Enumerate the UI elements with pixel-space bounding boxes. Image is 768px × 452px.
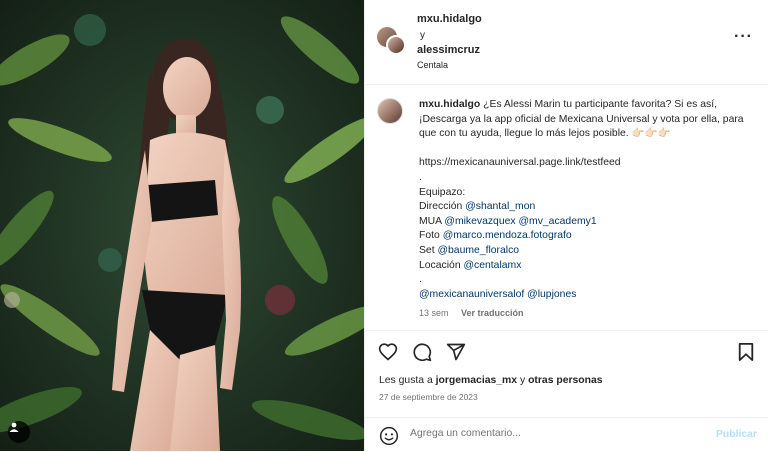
mention-link[interactable]: @mikevazquex (444, 216, 515, 227)
post-header: mxu.hidalgo y alessimcruz Centala ··· (365, 0, 768, 85)
publish-button[interactable]: Publicar (716, 429, 757, 440)
mention-link[interactable]: @mexicanauniversalof (419, 289, 524, 300)
avatar[interactable] (386, 35, 406, 55)
caption-url: https://mexicanauniversal.page.link/test… (419, 157, 621, 169)
post-side-panel: mxu.hidalgo y alessimcruz Centala ··· mx… (364, 0, 768, 451)
comment-input[interactable] (410, 428, 690, 439)
collab-conjunction: y (420, 30, 425, 41)
likes-others-link[interactable]: otras personas (528, 375, 603, 386)
credit-line: Set @baume_floralco (419, 244, 520, 256)
caption-body: mxu.hidalgo ¿Es Alessi Marin tu particip… (419, 98, 749, 321)
translate-button[interactable]: Ver traducción (461, 308, 524, 318)
action-section: Les gusta a jorgemacias_mx y otras perso… (365, 330, 768, 451)
emoji-icon[interactable] (379, 426, 399, 446)
post-date: 27 de septiembre de 2023 (379, 392, 478, 402)
mention-link[interactable]: @shantal_mon (465, 201, 535, 212)
tagged-user-icon[interactable] (8, 421, 30, 443)
post-time[interactable]: 13 sem (419, 308, 449, 318)
share-icon[interactable] (445, 341, 467, 363)
mention-link[interactable]: @centalamx (463, 260, 521, 271)
mention-link[interactable]: @marco.mendoza.fotografo (443, 230, 572, 241)
caption-separator: . (419, 171, 422, 183)
more-options-icon[interactable]: ··· (734, 29, 753, 45)
comment-bar: Publicar (365, 417, 768, 452)
caption-username[interactable]: mxu.hidalgo (419, 99, 480, 110)
credit-line: Foto @marco.mendoza.fotografo (419, 230, 572, 242)
mention-link[interactable]: @mv_academy1 (518, 216, 596, 227)
comment-icon[interactable] (411, 341, 433, 363)
mentions-line: @mexicanauniversalof @lupjones (419, 288, 749, 303)
credit-line: MUA @mikevazquex @mv_academy1 (419, 215, 597, 227)
caption-separator: . (419, 274, 422, 286)
photo-illustration (0, 0, 364, 451)
caption-meta: 13 sem Ver traducción (419, 306, 749, 321)
credit-line: Locación @centalamx (419, 259, 522, 271)
heart-icon[interactable] (377, 341, 399, 363)
post-image[interactable] (0, 0, 364, 451)
liker-username[interactable]: jorgemacias_mx (436, 375, 517, 386)
likes-summary: Les gusta a jorgemacias_mx y otras perso… (379, 375, 603, 386)
credit-line: Dirección @shantal_mon (419, 201, 536, 213)
instagram-post: mxu.hidalgo y alessimcruz Centala ··· mx… (0, 0, 768, 451)
collaborator-username[interactable]: alessimcruz (417, 44, 480, 56)
mention-link[interactable]: @baume_floralco (437, 245, 519, 256)
bookmark-icon[interactable] (735, 341, 757, 363)
avatar[interactable] (377, 98, 403, 124)
team-label: Equipazo: (419, 186, 466, 198)
location-link[interactable]: Centala (417, 60, 448, 70)
action-bar (377, 341, 467, 363)
mention-link[interactable]: @lupjones (527, 289, 576, 300)
author-username[interactable]: mxu.hidalgo (417, 13, 482, 25)
